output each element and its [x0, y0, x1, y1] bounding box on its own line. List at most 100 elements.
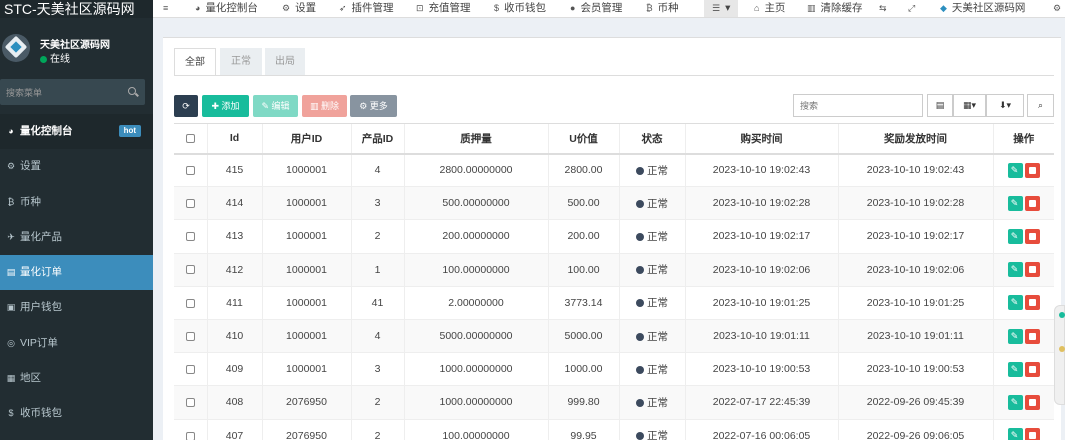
search-icon[interactable] — [128, 87, 136, 95]
nav-recharge[interactable]: ⊡ 充值管理 — [416, 0, 471, 17]
row-edit-button[interactable] — [1007, 428, 1023, 440]
delete-button[interactable]: ▥ 删除 — [302, 95, 347, 117]
row-delete-button[interactable] — [1024, 195, 1040, 211]
table-row[interactable]: 414 1000001 3 500.00000000 500.00 正常 2023-10-1… — [174, 186, 1054, 220]
row-edit-button[interactable] — [1007, 262, 1023, 278]
nav-label: 会员管理 — [580, 2, 623, 14]
table-row[interactable]: 411 1000001 41 2.00000000 3773.14 正常 2023-10-1… — [174, 285, 1054, 320]
row-checkbox-cell[interactable] — [174, 219, 207, 254]
row-edit-button[interactable] — [1007, 162, 1023, 178]
column-header-product-id[interactable]: 产品ID — [350, 123, 404, 155]
nav-clear-cache[interactable]: ▥ 清除缓存 — [807, 0, 863, 17]
columns-button[interactable]: ▦▾ — [953, 94, 986, 117]
sidebar-item-receive-wallets[interactable]: $ 收币钱包 — [0, 396, 153, 431]
nav-plugins[interactable]: ➶ 插件管理 — [339, 0, 394, 17]
export-button[interactable]: ⬇▾ — [986, 94, 1024, 117]
tab-all[interactable]: 全部 — [174, 48, 216, 76]
row-checkbox-cell[interactable] — [174, 285, 207, 320]
row-checkbox-cell[interactable] — [174, 318, 207, 353]
tab-out[interactable]: 出局 — [265, 48, 305, 76]
select-all-checkbox[interactable] — [174, 123, 207, 155]
nav-home[interactable]: ⌂ 主页 — [754, 0, 785, 17]
row-delete-button[interactable] — [1024, 361, 1040, 377]
sidebar-item-products[interactable]: ✈ 量化产品 — [0, 220, 153, 255]
table-row[interactable]: 407 2076950 2 100.00000000 99.95 正常 2022-07-16… — [174, 418, 1054, 440]
row-edit-button[interactable] — [1007, 228, 1023, 244]
row-delete-button[interactable] — [1024, 228, 1040, 244]
row-checkbox[interactable] — [185, 265, 195, 275]
sidebar-item-wallets[interactable]: ▣ 用户钱包 — [0, 290, 153, 325]
column-header-amount[interactable]: 质押量 — [403, 123, 548, 155]
table-row[interactable]: 410 1000001 4 5000.00000000 5000.00 正常 2023-10… — [174, 318, 1054, 353]
row-checkbox[interactable] — [185, 298, 195, 308]
row-checkbox-cell[interactable] — [174, 152, 207, 187]
sidebar-search-input[interactable]: 搜索菜单 — [0, 79, 145, 105]
row-edit-button[interactable] — [1007, 361, 1023, 377]
nav-members[interactable]: ● 会员管理 — [570, 0, 623, 17]
row-delete-button[interactable] — [1024, 262, 1040, 278]
floating-widget[interactable] — [1054, 305, 1065, 405]
sidebar-item-vip-orders[interactable]: ◎ VIP订单 — [0, 326, 153, 361]
table-row[interactable]: 413 1000001 2 200.00000000 200.00 正常 2023-10-1… — [174, 219, 1054, 254]
row-edit-button[interactable] — [1007, 394, 1023, 410]
status-dot-icon — [636, 232, 644, 241]
nav-settings[interactable]: ⚙ 设置 — [282, 0, 316, 17]
add-button[interactable]: ✚ 添加 — [202, 95, 249, 117]
column-header-u-value[interactable]: U价值 — [547, 123, 619, 155]
row-edit-button[interactable] — [1007, 295, 1023, 311]
table-row[interactable]: 408 2076950 2 1000.00000000 999.80 正常 2022-07-… — [174, 385, 1054, 419]
row-checkbox[interactable] — [185, 166, 195, 176]
table-search-box[interactable] — [793, 94, 923, 117]
row-checkbox-cell[interactable] — [174, 418, 207, 440]
toggle-view-button[interactable]: ▤ — [927, 94, 953, 117]
row-checkbox[interactable] — [185, 199, 195, 208]
status-dot-icon — [636, 199, 644, 208]
column-header-status[interactable]: 状态 — [618, 123, 685, 155]
advanced-search-button[interactable]: ⌕ — [1027, 94, 1054, 117]
nav-fullscreen[interactable]: ⤢ — [908, 0, 920, 17]
tab-normal[interactable]: 正常 — [220, 48, 262, 76]
brand-title[interactable]: STC-天美社区源码网 — [0, 0, 153, 18]
nav-translate[interactable]: ⇆ — [879, 0, 892, 17]
menu-toggle-button[interactable]: ≡ — [163, 0, 173, 17]
row-delete-button[interactable] — [1024, 394, 1040, 410]
row-checkbox-cell[interactable] — [174, 252, 207, 287]
row-checkbox-cell[interactable] — [174, 186, 207, 220]
sidebar-item-regions[interactable]: ▦ 地区 — [0, 361, 153, 396]
column-header-buy-time[interactable]: 购买时间 — [684, 123, 838, 155]
row-checkbox-cell[interactable] — [174, 352, 207, 386]
row-delete-button[interactable] — [1024, 162, 1040, 178]
sidebar-item-orders[interactable]: ▤ 量化订单 — [0, 255, 153, 291]
sidebar-item-settings[interactable]: ⚙ 设置 — [0, 149, 153, 184]
nav-receive-wallets[interactable]: $ 收币钱包 — [494, 0, 546, 17]
trash-icon: ▥ — [807, 3, 816, 13]
table-row[interactable]: 412 1000001 1 100.00000000 100.00 正常 2023-10-1… — [174, 252, 1054, 287]
row-delete-button[interactable] — [1024, 428, 1040, 440]
column-header-id[interactable]: Id — [206, 123, 262, 155]
row-checkbox[interactable] — [185, 364, 195, 374]
column-header-user-id[interactable]: 用户ID — [261, 123, 351, 155]
column-header-reward-time[interactable]: 奖励发放时间 — [837, 123, 993, 155]
sidebar-item-coins[interactable]: ₿ 币种 — [0, 185, 153, 220]
nav-site-profile[interactable]: ◆ 天美社区源码网 — [940, 0, 1025, 17]
row-checkbox[interactable] — [185, 431, 195, 440]
table-row[interactable]: 415 1000001 4 2800.00000000 2800.00 正常 2023-10… — [174, 152, 1054, 187]
nav-coins[interactable]: ₿ 币种 — [646, 0, 679, 17]
row-checkbox[interactable] — [185, 331, 195, 341]
refresh-button[interactable]: ⟳ — [174, 95, 198, 117]
edit-button[interactable]: ✎ 编辑 — [253, 95, 298, 117]
row-edit-button[interactable] — [1007, 328, 1023, 344]
row-checkbox[interactable] — [185, 232, 195, 242]
sidebar-item-dashboard[interactable]: ◕ 量化控制台 hot — [0, 114, 153, 150]
table-row[interactable]: 409 1000001 3 1000.00000000 1000.00 正常 2023-10… — [174, 352, 1054, 386]
row-edit-button[interactable] — [1007, 195, 1023, 211]
nav-more-dropdown[interactable]: ☰ ▾ — [704, 0, 739, 17]
table-search-input[interactable] — [800, 95, 920, 116]
nav-dashboard[interactable]: ◕ 量化控制台 — [195, 0, 258, 17]
nav-gears[interactable]: ⚙ — [1053, 0, 1065, 17]
row-delete-button[interactable] — [1024, 328, 1040, 344]
row-checkbox[interactable] — [185, 398, 195, 408]
row-checkbox-cell[interactable] — [174, 385, 207, 419]
more-button[interactable]: ⚙ 更多 — [350, 95, 397, 117]
row-delete-button[interactable] — [1024, 295, 1040, 311]
